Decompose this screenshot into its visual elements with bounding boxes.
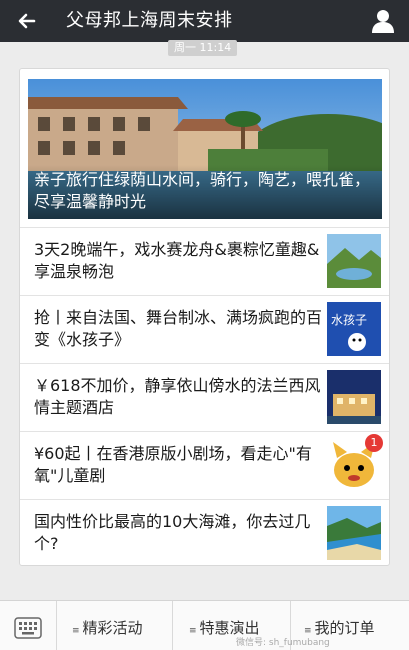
article-thumbnail	[327, 506, 381, 560]
article-thumbnail	[327, 234, 381, 288]
page-title: 父母邦上海周末安排	[66, 10, 233, 31]
top-navigation-bar: 父母邦上海周末安排	[0, 0, 409, 42]
timestamp-badge: 周一 11:14	[168, 40, 238, 56]
article-item[interactable]: ¥60起丨在香港原版小剧场，看走心"有氧"儿童剧 1	[20, 431, 389, 499]
article-title: 抢丨来自法国、舞台制冰、满场疯跑的百变《水孩子》	[34, 308, 323, 349]
hero-caption: 亲子旅行住绿荫山水间，骑行，陶艺，喂孔雀，尽享温馨静时光	[28, 165, 382, 219]
article-thumbnail: 水孩子	[327, 302, 381, 356]
menu-divider	[56, 601, 57, 650]
article-item[interactable]: ￥618不加价，静享依山傍水的法兰西风情主题酒店	[20, 363, 389, 431]
article-title: ￥618不加价，静享依山傍水的法兰西风情主题酒店	[34, 376, 321, 417]
article-item[interactable]: 国内性价比最高的10大海滩，你去过几个?	[20, 499, 389, 567]
article-card: 亲子旅行住绿荫山水间，骑行，陶艺，喂孔雀，尽享温馨静时光 3天2晚端午，戏水赛龙…	[19, 68, 390, 566]
user-icon[interactable]	[369, 7, 397, 35]
article-title: 3天2晚端午，戏水赛龙舟&裹粽忆童趣&享温泉畅泡	[34, 240, 320, 281]
article-title: ¥60起丨在香港原版小剧场，看走心"有氧"儿童剧	[34, 444, 312, 485]
menu-tab-activities[interactable]: ≡ 精彩活动	[72, 618, 143, 641]
thumbnail-text: 水孩子	[331, 313, 367, 327]
timestamp-bar: 周一 11:14	[0, 40, 409, 56]
watermark-text: 微信号: sh_fumubang	[236, 638, 330, 648]
keyboard-icon[interactable]	[14, 617, 42, 639]
article-title: 国内性价比最高的10大海滩，你去过几个?	[34, 512, 311, 553]
article-item[interactable]: 3天2晚端午，戏水赛龙舟&裹粽忆童趣&享温泉畅泡	[20, 227, 389, 295]
menu-more-icon: ≡	[72, 626, 80, 636]
article-thumbnail: 1	[327, 434, 383, 492]
article-item[interactable]: 抢丨来自法国、舞台制冰、满场疯跑的百变《水孩子》 水孩子	[20, 295, 389, 363]
menu-more-icon: ≡	[189, 626, 197, 636]
bottom-menu-bar: ≡ 精彩活动 ≡ 特惠演出 ≡ 我的订单 微信号: sh_fumubang	[0, 600, 409, 650]
notification-badge: 1	[365, 434, 383, 452]
back-arrow-icon[interactable]	[14, 8, 40, 34]
hero-article[interactable]: 亲子旅行住绿荫山水间，骑行，陶艺，喂孔雀，尽享温馨静时光	[28, 79, 382, 219]
article-thumbnail	[327, 370, 381, 424]
menu-divider	[172, 601, 173, 650]
